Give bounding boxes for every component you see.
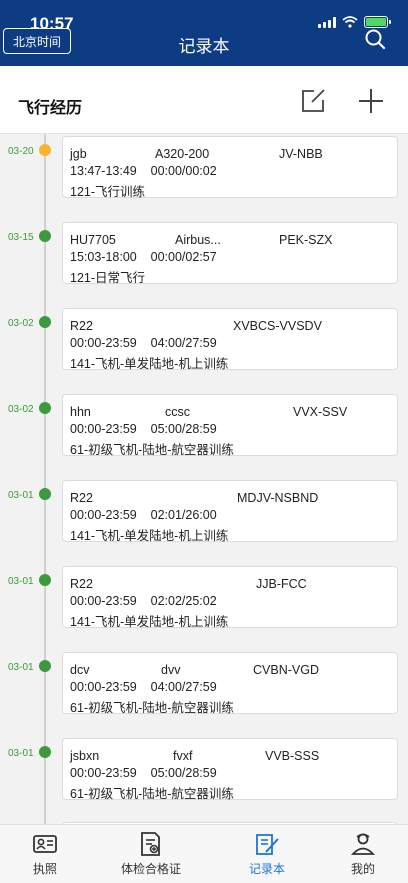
- registration: CVBN-VGD: [253, 663, 319, 677]
- time-and-duration: 00:00-23:59 05:00/28:59: [70, 422, 217, 436]
- list-item[interactable]: 03-01 R22 JJB-FCC 00:00-23:59 02:02/25:0…: [0, 566, 408, 636]
- section-header: 飞行经历: [0, 66, 408, 134]
- flight-category: 61-初级飞机-陆地-航空器训练: [70, 443, 234, 457]
- flight-record-card[interactable]: R22 MDJV-NSBND 00:00-23:59 02:01/26:00 1…: [62, 480, 398, 543]
- bottom-nav: 执照 体检合格证 记录本 我的: [0, 824, 408, 883]
- app-header: 10:57 北京时间 记录本: [0, 0, 408, 66]
- flight-number: HU7705: [70, 233, 116, 247]
- timeline-dot: [39, 316, 51, 328]
- entry-date: 03-01: [8, 748, 34, 759]
- aircraft-type: fvxf: [173, 749, 193, 763]
- flight-category: 141-飞机-单发陆地-机上训练: [70, 615, 229, 629]
- entry-date: 03-15: [8, 232, 34, 243]
- license-icon: [33, 835, 57, 853]
- flight-number: jsbxn: [70, 749, 100, 763]
- flight-record-card[interactable]: R22 JJB-FCC 00:00-23:59 02:02/25:02 141-…: [62, 566, 398, 629]
- aircraft-type: ccsc: [165, 405, 190, 419]
- entry-date: 03-01: [8, 662, 34, 673]
- time-and-duration: 13:47-13:49 00:00/00:02: [70, 164, 217, 178]
- flight-record-card[interactable]: jgb A320-200 JV-NBB 13:47-13:49 00:00/00…: [62, 136, 398, 199]
- logbook-icon: [256, 834, 279, 855]
- flight-number: R22: [70, 319, 93, 333]
- profile-icon: [350, 833, 376, 855]
- registration: VVB-SSS: [265, 749, 320, 763]
- time-and-duration: 00:00-23:59 02:01/26:00: [70, 508, 217, 522]
- edit-icon[interactable]: [300, 88, 326, 114]
- flight-record-card[interactable]: jsbxn fvxf VVB-SSS 00:00-23:59 05:00/28:…: [62, 738, 398, 801]
- registration: JJB-FCC: [256, 577, 307, 591]
- timeline-dot: [39, 574, 51, 586]
- registration: XVBCS-VVSDV: [233, 319, 322, 333]
- registration: JV-NBB: [279, 147, 323, 161]
- flight-category: 121-飞行训练: [70, 185, 146, 199]
- tab-label: 我的: [350, 862, 375, 876]
- signal-icon: [318, 16, 336, 28]
- battery-icon: [364, 16, 391, 28]
- time-and-duration: 00:00-23:59 05:00/28:59: [70, 766, 217, 780]
- entry-date: 03-01: [8, 490, 34, 501]
- timeline-dot: [39, 746, 51, 758]
- timeline-dot: [39, 660, 51, 672]
- flight-record-card[interactable]: hhn ccsc VVX-SSV 00:00-23:59 05:00/28:59…: [62, 394, 398, 457]
- list-item[interactable]: 03-02 R22 XVBCS-VVSDV 00:00-23:59 04:00/…: [0, 308, 408, 378]
- flight-record-card[interactable]: R22 XVBCS-VVSDV 00:00-23:59 04:00/27:59 …: [62, 308, 398, 371]
- time-and-duration: 00:00-23:59 04:00/27:59: [70, 680, 217, 694]
- time-and-duration: 15:03-18:00 00:00/02:57: [70, 250, 217, 264]
- tab-label: 执照: [32, 862, 57, 876]
- timeline-dot: [39, 488, 51, 500]
- medical-certificate-icon: [141, 832, 160, 856]
- timeline-dot: [39, 402, 51, 414]
- page-title: 记录本: [178, 37, 230, 56]
- time-and-duration: 00:00-23:59 04:00/27:59: [70, 336, 217, 350]
- list-item[interactable]: 03-02 hhn ccsc VVX-SSV 00:00-23:59 05:00…: [0, 394, 408, 464]
- flight-record-card[interactable]: HU7705 Airbus... PEK-SZX 15:03-18:00 00:…: [62, 222, 398, 285]
- flight-record-list[interactable]: 03-20 jgb A320-200 JV-NBB 13:47-13:49 00…: [0, 134, 408, 824]
- timeline-dot: [39, 144, 51, 156]
- list-item[interactable]: 03-01 R22 MDJV-NSBND 00:00-23:59 02:01/2…: [0, 480, 408, 550]
- flight-number: jgb: [70, 147, 87, 161]
- aircraft-type: Airbus...: [175, 233, 221, 247]
- registration: PEK-SZX: [279, 233, 333, 247]
- registration: VVX-SSV: [293, 405, 348, 419]
- entry-date: 03-01: [8, 576, 34, 587]
- tab-medical-certificate[interactable]: 体检合格证: [106, 831, 196, 877]
- tab-label: 记录本: [248, 862, 285, 876]
- timeline-dot: [39, 230, 51, 242]
- list-item[interactable]: 03-15 HU7705 Airbus... PEK-SZX 15:03-18:…: [0, 222, 408, 292]
- flight-category: 61-初级飞机-陆地-航空器训练: [70, 701, 234, 715]
- add-icon[interactable]: [358, 88, 384, 114]
- flight-category: 141-飞机-单发陆地-机上训练: [70, 529, 229, 543]
- flight-category: 121-日常飞行: [70, 271, 146, 285]
- list-item[interactable]: 03-01 dcv dvv CVBN-VGD 00:00-23:59 04:00…: [0, 652, 408, 722]
- aircraft-type: dvv: [161, 663, 181, 677]
- status-icons: [318, 16, 391, 28]
- flight-number: dcv: [70, 663, 90, 677]
- entry-date: 03-02: [8, 318, 34, 329]
- flight-category: 141-飞机-单发陆地-机上训练: [70, 357, 229, 371]
- aircraft-type: A320-200: [155, 147, 210, 161]
- entry-date: 03-20: [8, 146, 34, 157]
- search-icon[interactable]: [364, 28, 386, 50]
- tab-label: 体检合格证: [120, 862, 181, 876]
- flight-number: hhn: [70, 405, 91, 419]
- flight-record-card[interactable]: dcv dvv CVBN-VGD 00:00-23:59 04:00/27:59…: [62, 652, 398, 715]
- flight-number: R22: [70, 577, 93, 591]
- tab-profile[interactable]: 我的: [318, 831, 408, 877]
- tab-license[interactable]: 执照: [0, 831, 90, 877]
- wifi-icon: [342, 16, 358, 28]
- time-and-duration: 00:00-23:59 02:02/25:02: [70, 594, 217, 608]
- registration: MDJV-NSBND: [237, 491, 319, 505]
- list-item[interactable]: 03-20 jgb A320-200 JV-NBB 13:47-13:49 00…: [0, 136, 408, 206]
- list-item[interactable]: 03-01 jsbxn fvxf VVB-SSS 00:00-23:59 05:…: [0, 738, 408, 808]
- flight-number: R22: [70, 491, 93, 505]
- tab-logbook[interactable]: 记录本: [222, 831, 312, 877]
- entry-date: 03-02: [8, 404, 34, 415]
- section-title: 飞行经历: [18, 100, 83, 117]
- flight-category: 61-初级飞机-陆地-航空器训练: [70, 787, 234, 801]
